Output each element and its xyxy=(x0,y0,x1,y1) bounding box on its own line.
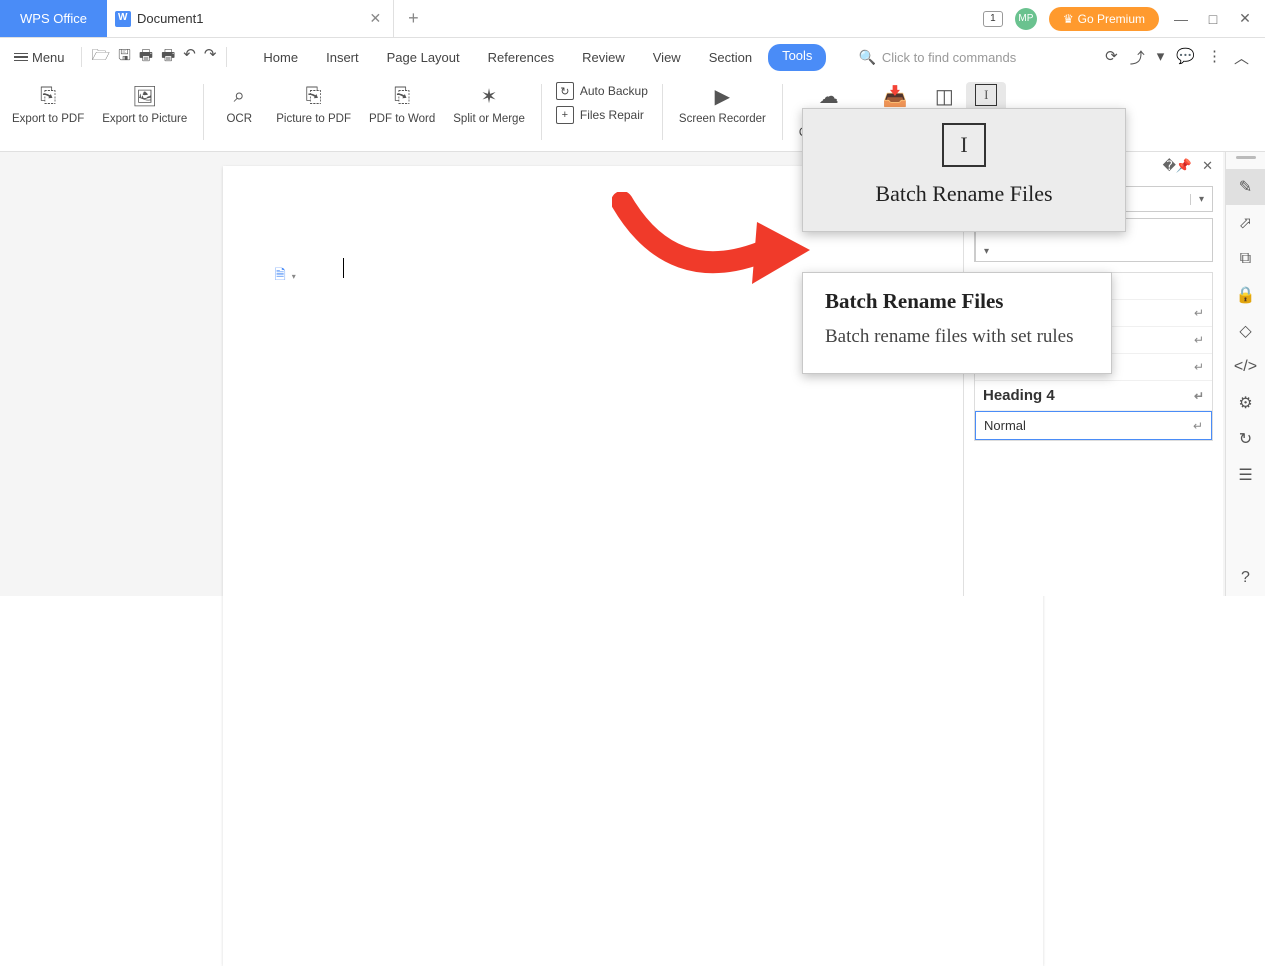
picture-to-pdf-button[interactable]: ⎘ Picture to PDF xyxy=(268,82,359,128)
batch-rename-tooltip: Batch Rename Files Batch rename files wi… xyxy=(802,272,1112,374)
file-collect-icon: 📥 xyxy=(883,84,907,108)
batch-rename-large-icon: I xyxy=(942,123,986,167)
print-preview-icon[interactable]: 🖶 xyxy=(161,45,175,70)
pdf-icon: ⎘ xyxy=(36,84,60,108)
document-title: Document1 xyxy=(137,11,203,26)
doc-icon xyxy=(115,11,131,27)
compare-icon: ◫ xyxy=(932,84,956,108)
return-icon: ↵ xyxy=(1194,333,1204,347)
command-search[interactable]: 🔍 Click to find commands xyxy=(858,49,1016,66)
pdf-word-icon: ⎘ xyxy=(390,84,414,108)
stage-badge[interactable]: 1 xyxy=(983,11,1003,27)
batch-rename-button-large[interactable]: I Batch Rename Files xyxy=(802,108,1126,232)
rail-lock-icon[interactable]: 🔒 xyxy=(1226,277,1265,313)
search-icon: 🔍 xyxy=(858,49,875,66)
rail-settings-icon[interactable]: ⚙ xyxy=(1226,385,1265,421)
return-icon: ↵ xyxy=(1194,306,1204,320)
pic-pdf-icon: ⎘ xyxy=(302,84,326,108)
export-to-picture-button[interactable]: 🖼 Export to Picture xyxy=(94,82,195,128)
app-name: WPS Office xyxy=(20,11,87,26)
open-icon[interactable]: 🗁 xyxy=(92,45,111,70)
batch-rename-icon: I xyxy=(975,84,997,106)
minimize-button[interactable]: — xyxy=(1171,11,1191,27)
close-tab-icon[interactable]: ✕ xyxy=(369,10,381,27)
menubar: Menu 🗁 🖫 🖶 🖶 ↶ ↷ Home Insert Page Layout… xyxy=(0,38,1265,76)
maximize-button[interactable]: □ xyxy=(1203,11,1223,27)
collapse-ribbon-icon[interactable]: ︿ xyxy=(1234,47,1249,68)
red-arrow-annotation xyxy=(612,192,812,302)
recorder-icon: ▶ xyxy=(710,84,734,108)
tab-home[interactable]: Home xyxy=(251,44,310,71)
pdf-to-word-button[interactable]: ⎘ PDF to Word xyxy=(361,82,443,128)
tab-references[interactable]: References xyxy=(476,44,566,71)
drag-handle[interactable] xyxy=(1236,156,1256,159)
page-section-marker[interactable]: 🗎 ▾ xyxy=(275,264,296,288)
picture-icon: 🖼 xyxy=(133,84,157,108)
avatar[interactable]: MP xyxy=(1015,8,1037,30)
style-item-heading4[interactable]: Heading 4 ↵ xyxy=(975,381,1212,411)
tab-tools[interactable]: Tools xyxy=(768,44,826,71)
rail-tag-icon[interactable]: ◇ xyxy=(1226,313,1265,349)
search-placeholder: Click to find commands xyxy=(882,50,1016,65)
files-repair-button[interactable]: + Files Repair xyxy=(556,106,648,124)
rail-edit-icon[interactable]: ✎ xyxy=(1226,169,1265,205)
undo-icon[interactable]: ↶ xyxy=(183,45,196,70)
return-icon: ↵ xyxy=(1193,419,1203,433)
cloud-icon: ☁ xyxy=(817,84,841,108)
tab-section[interactable]: Section xyxy=(697,44,764,71)
tooltip-description: Batch rename files with set rules xyxy=(825,324,1089,351)
tooltip-title: Batch Rename Files xyxy=(825,289,1089,314)
save-icon[interactable]: 🖫 xyxy=(118,45,131,70)
close-window-button[interactable]: ✕ xyxy=(1235,10,1255,27)
more-icon[interactable]: ⋮ xyxy=(1207,47,1222,68)
cloud-sync-icon[interactable]: ⟳ xyxy=(1105,47,1118,68)
share-icon[interactable]: ⤴ xyxy=(1130,47,1145,68)
main-menu-button[interactable]: Menu xyxy=(8,46,71,69)
chevron-down-icon: ▾ xyxy=(1190,194,1212,205)
text-cursor xyxy=(343,258,344,278)
rail-clipboard-icon[interactable]: ⧉ xyxy=(1226,241,1265,277)
quick-access-toolbar: 🗁 🖫 🖶 🖶 ↶ ↷ xyxy=(92,45,217,70)
close-panel-icon[interactable]: ✕ xyxy=(1202,158,1213,174)
tab-view[interactable]: View xyxy=(641,44,693,71)
comment-icon[interactable]: 💬 xyxy=(1176,47,1195,68)
rail-code-icon[interactable]: </> xyxy=(1226,349,1265,385)
print-icon[interactable]: 🖶 xyxy=(139,45,153,70)
dropdown-icon: ▾ xyxy=(292,272,296,281)
backup-icon: ↻ xyxy=(556,82,574,100)
rail-list-icon[interactable]: ☰ xyxy=(1226,457,1265,493)
rail-history-icon[interactable]: ↻ xyxy=(1226,421,1265,457)
go-premium-button[interactable]: ♛ Go Premium xyxy=(1049,7,1159,31)
rail-select-icon[interactable]: ⬀ xyxy=(1226,205,1265,241)
repair-icon: + xyxy=(556,106,574,124)
auto-backup-button[interactable]: ↻ Auto Backup xyxy=(556,82,648,100)
pin-icon[interactable]: �📌 xyxy=(1163,158,1193,174)
crown-icon: ♛ xyxy=(1063,12,1074,26)
rail-help-icon[interactable]: ? xyxy=(1226,560,1265,596)
tab-insert[interactable]: Insert xyxy=(314,44,371,71)
export-to-pdf-button[interactable]: ⎘ Export to PDF xyxy=(4,82,92,128)
page-icon: 🗎 xyxy=(275,264,286,288)
redo-icon[interactable]: ↷ xyxy=(204,45,217,70)
return-icon: ↵ xyxy=(1194,360,1204,374)
side-rail: ✎ ⬀ ⧉ 🔒 ◇ </> ⚙ ↻ ☰ ? xyxy=(1225,152,1265,596)
tab-review[interactable]: Review xyxy=(570,44,637,71)
callout-title: Batch Rename Files xyxy=(875,181,1052,207)
app-tab[interactable]: WPS Office xyxy=(0,0,107,37)
document-tab[interactable]: Document1 ✕ xyxy=(107,0,394,37)
style-item-normal[interactable]: Normal ↵ xyxy=(975,411,1212,440)
tab-page-layout[interactable]: Page Layout xyxy=(375,44,472,71)
split-or-merge-button[interactable]: ✶ Split or Merge xyxy=(445,82,533,128)
hamburger-icon xyxy=(14,51,28,64)
ocr-icon: ⌕ xyxy=(227,84,251,108)
screen-recorder-button[interactable]: ▶ Screen Recorder xyxy=(671,82,774,128)
ocr-button[interactable]: ⌕ OCR xyxy=(212,82,266,128)
titlebar: WPS Office Document1 ✕ + 1 MP ♛ Go Premi… xyxy=(0,0,1265,38)
return-icon: ↵ xyxy=(1194,389,1204,403)
save-as-icon[interactable]: ▾ xyxy=(1157,47,1165,68)
ribbon-tabs: Home Insert Page Layout References Revie… xyxy=(251,44,826,71)
new-tab-button[interactable]: + xyxy=(394,8,433,29)
split-icon: ✶ xyxy=(477,84,501,108)
batch-rename-callout: I Batch Rename Files Batch Rename Files … xyxy=(802,108,1126,374)
